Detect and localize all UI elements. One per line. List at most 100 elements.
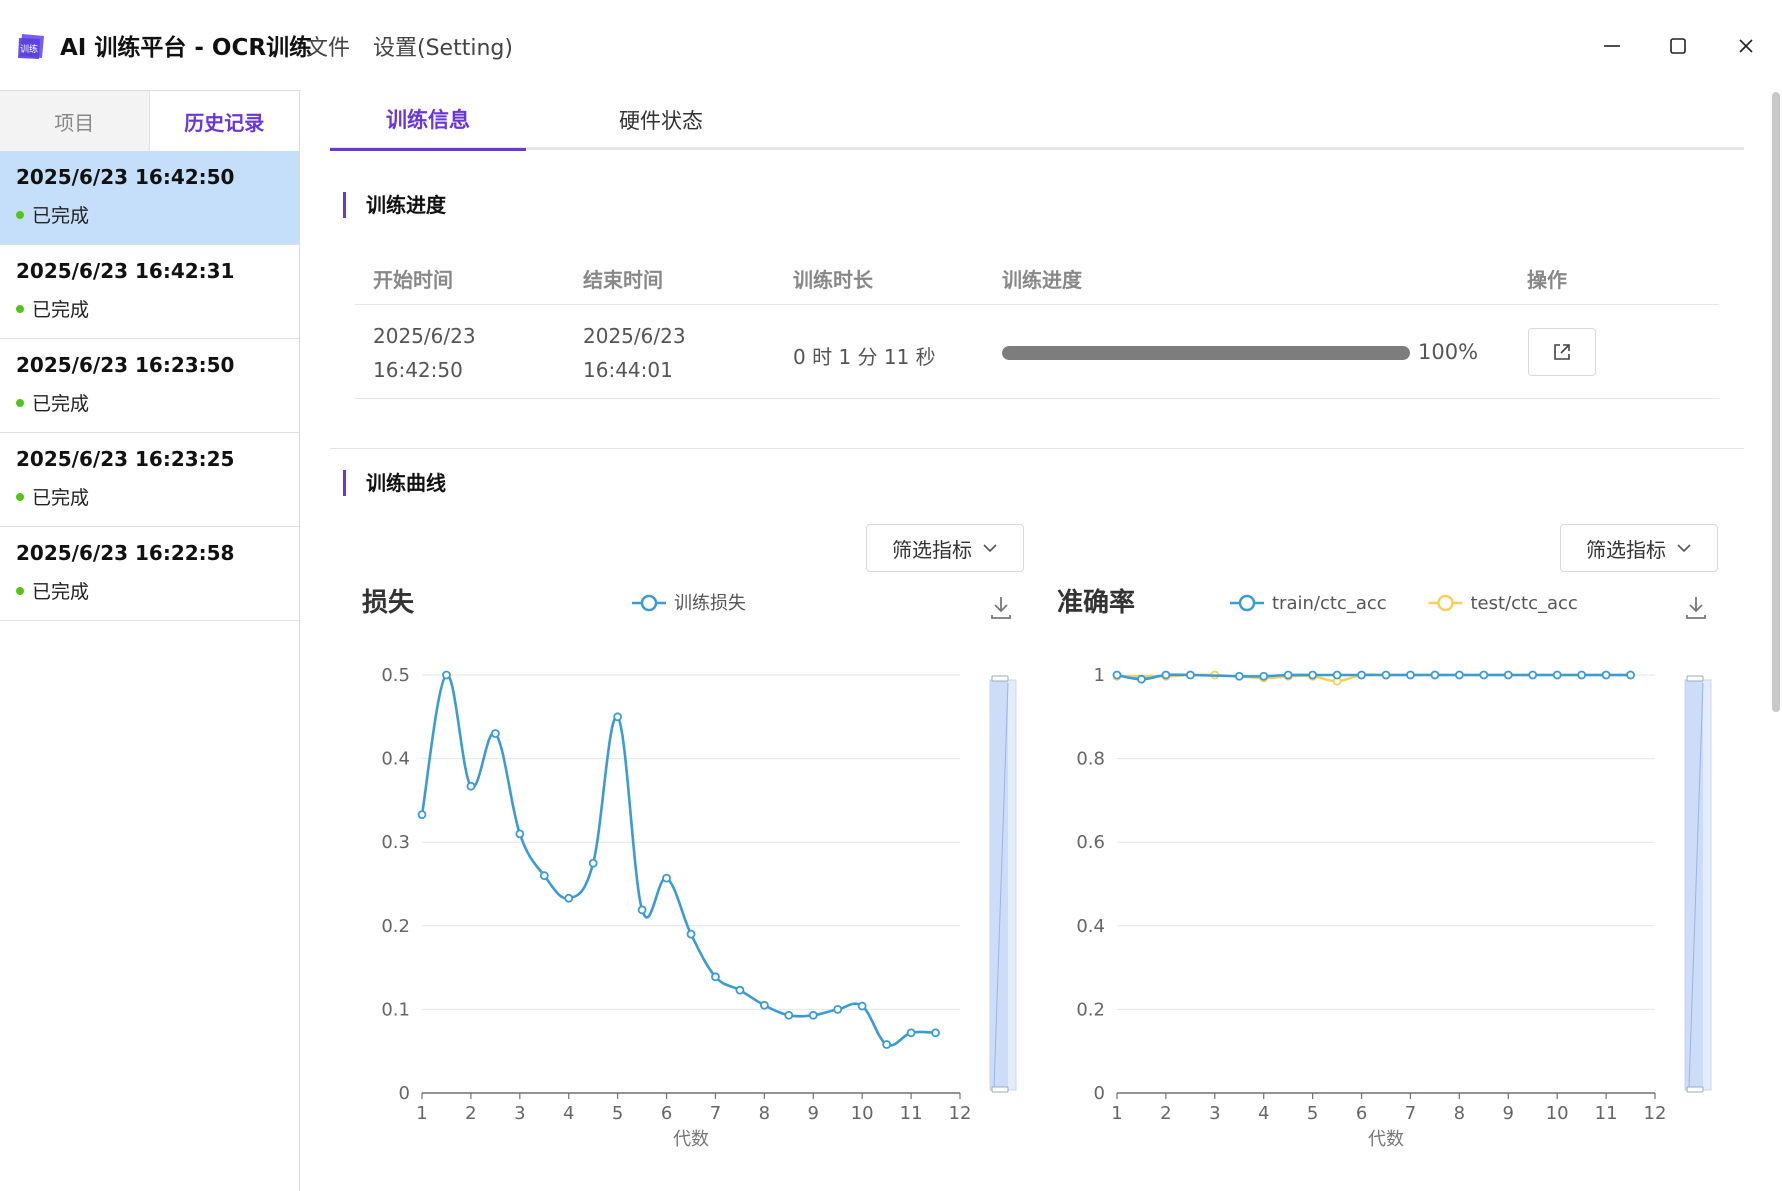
progress-section-title: 训练进度 bbox=[343, 192, 446, 218]
status-dot-icon bbox=[16, 586, 24, 595]
history-item-status: 已完成 bbox=[16, 577, 299, 604]
status-label: 已完成 bbox=[32, 581, 90, 603]
legend-item: 训练损失 bbox=[632, 593, 746, 614]
history-item[interactable]: 2025/6/23 16:42:31 已完成 bbox=[0, 245, 299, 339]
legend-marker bbox=[1238, 594, 1256, 612]
data-point bbox=[515, 829, 525, 839]
history-item[interactable]: 2025/6/23 16:23:25 已完成 bbox=[0, 433, 299, 527]
x-tick-label: 6 bbox=[661, 1103, 672, 1124]
x-tick-label: 12 bbox=[949, 1103, 972, 1124]
external-link-icon bbox=[1554, 344, 1570, 360]
app-title: AI 训练平台 - OCR训练 bbox=[60, 35, 313, 61]
series-line bbox=[420, 673, 936, 1047]
minimize-icon bbox=[1604, 45, 1620, 47]
data-point bbox=[882, 1040, 892, 1049]
filter-metrics-button-loss[interactable]: 筛选指标 bbox=[866, 524, 1024, 572]
status-dot-icon bbox=[16, 492, 24, 501]
x-tick-label: 1 bbox=[416, 1103, 427, 1124]
zoom-handle-top bbox=[991, 675, 1009, 682]
data-point bbox=[1454, 670, 1464, 680]
zoom-handle-top bbox=[1686, 675, 1704, 682]
data-point bbox=[1357, 670, 1366, 680]
col-progress: 训练进度 bbox=[1002, 268, 1082, 292]
y-tick-label: 0.4 bbox=[1076, 916, 1105, 937]
data-point bbox=[1430, 670, 1440, 680]
history-item-time: 2025/6/23 16:23:25 bbox=[16, 447, 235, 471]
curve-section-title: 训练曲线 bbox=[343, 470, 446, 496]
data-point bbox=[417, 810, 427, 820]
data-point bbox=[857, 1001, 867, 1011]
x-tick-label: 1 bbox=[1111, 1103, 1122, 1124]
data-point bbox=[1601, 670, 1611, 680]
history-item-time: 2025/6/23 16:23:50 bbox=[16, 353, 235, 377]
y-tick-label: 0 bbox=[1094, 1083, 1105, 1104]
close-icon bbox=[1739, 39, 1753, 53]
loss-chart: 损失 训练损失00.10.20.30.40.51 2 3 4 5 6 7 8 9 10 11 12代数 bbox=[362, 588, 1017, 1150]
menu-file[interactable]: 文件 bbox=[306, 30, 350, 62]
page-scrollbar[interactable] bbox=[1772, 92, 1780, 712]
data-point bbox=[759, 1000, 769, 1010]
chart-title: 损失 bbox=[362, 588, 415, 618]
x-tick-label: 5 bbox=[1307, 1103, 1318, 1124]
history-item-status: 已完成 bbox=[16, 295, 299, 322]
download-icon[interactable] bbox=[1686, 597, 1706, 619]
minimize-button[interactable] bbox=[1594, 28, 1630, 64]
y-tick-label: 0 bbox=[399, 1083, 410, 1104]
data-point bbox=[564, 893, 574, 903]
data-point bbox=[1479, 670, 1489, 680]
filter-metrics-button-acc[interactable]: 筛选指标 bbox=[1560, 524, 1718, 572]
history-item[interactable]: 2025/6/23 16:22:58 已完成 bbox=[0, 527, 299, 621]
y-tick-label: 0.3 bbox=[381, 832, 410, 853]
legend-marker bbox=[1437, 594, 1454, 612]
tab-training-info[interactable]: 训练信息 bbox=[330, 90, 526, 151]
tab-hardware-status[interactable]: 硬件状态 bbox=[526, 90, 796, 150]
tab-projects[interactable]: 项目 bbox=[0, 91, 150, 151]
menu-settings[interactable]: 设置(Setting) bbox=[373, 30, 513, 62]
data-point bbox=[1503, 670, 1513, 680]
history-item[interactable]: 2025/6/23 16:42:50 已完成 bbox=[0, 151, 299, 245]
data-point bbox=[833, 1004, 843, 1014]
progress-bar bbox=[1002, 346, 1410, 360]
status-label: 已完成 bbox=[32, 205, 90, 227]
download-icon[interactable] bbox=[991, 597, 1011, 619]
zoom-handle-bottom bbox=[991, 1086, 1009, 1093]
data-point bbox=[490, 729, 500, 738]
x-tick-label: 10 bbox=[1546, 1103, 1569, 1124]
end-date: 2025/6/23 bbox=[583, 324, 686, 348]
accuracy-chart: 准确率 train/ctc_acc test/ctc_acc 0 0.2 0.4 0.6 0.… bbox=[1057, 587, 1712, 1150]
data-point bbox=[442, 670, 451, 680]
legend-label: train/ctc_acc bbox=[1272, 593, 1387, 614]
maximize-button[interactable] bbox=[1660, 28, 1696, 64]
legend-label: test/ctc_acc bbox=[1471, 593, 1578, 614]
y-tick-label: 0.2 bbox=[381, 916, 410, 937]
history-item[interactable]: 2025/6/23 16:23:50 已完成 bbox=[0, 339, 299, 433]
col-start-time: 开始时间 bbox=[373, 268, 453, 292]
title-bar: 训练 AI 训练平台 - OCR训练 文件 设置(Setting) bbox=[0, 0, 1782, 90]
data-point bbox=[637, 905, 647, 915]
zoom-slider-selected bbox=[990, 680, 1008, 1090]
history-item-time: 2025/6/23 16:22:58 bbox=[16, 541, 235, 565]
y-tick-label: 0.8 bbox=[1076, 749, 1105, 770]
history-item-status: 已完成 bbox=[16, 201, 299, 228]
x-tick-label: 5 bbox=[612, 1103, 623, 1124]
history-item-status: 已完成 bbox=[16, 389, 299, 416]
tab-history[interactable]: 历史记录 bbox=[149, 91, 299, 151]
duration-value: 0 时 1 分 11 秒 bbox=[793, 345, 936, 369]
table-header-divider bbox=[355, 304, 1719, 305]
sidebar-tabs: 项目 历史记录 bbox=[0, 91, 299, 151]
section-divider bbox=[330, 448, 1744, 449]
open-external-button[interactable] bbox=[1528, 328, 1596, 376]
y-tick-label: 0.5 bbox=[381, 665, 410, 686]
close-button[interactable] bbox=[1728, 28, 1764, 64]
x-tick-label: 11 bbox=[1595, 1103, 1618, 1124]
data-point bbox=[1283, 670, 1293, 680]
col-actions: 操作 bbox=[1527, 268, 1567, 292]
chevron-down-icon bbox=[1677, 544, 1691, 553]
x-tick-label: 8 bbox=[1454, 1103, 1465, 1124]
data-point bbox=[1381, 670, 1391, 680]
data-point bbox=[539, 871, 549, 881]
x-tick-label: 7 bbox=[1405, 1103, 1416, 1124]
data-point bbox=[1406, 670, 1415, 680]
zoom-handle-bottom bbox=[1686, 1086, 1704, 1093]
x-tick-label: 6 bbox=[1356, 1103, 1367, 1124]
